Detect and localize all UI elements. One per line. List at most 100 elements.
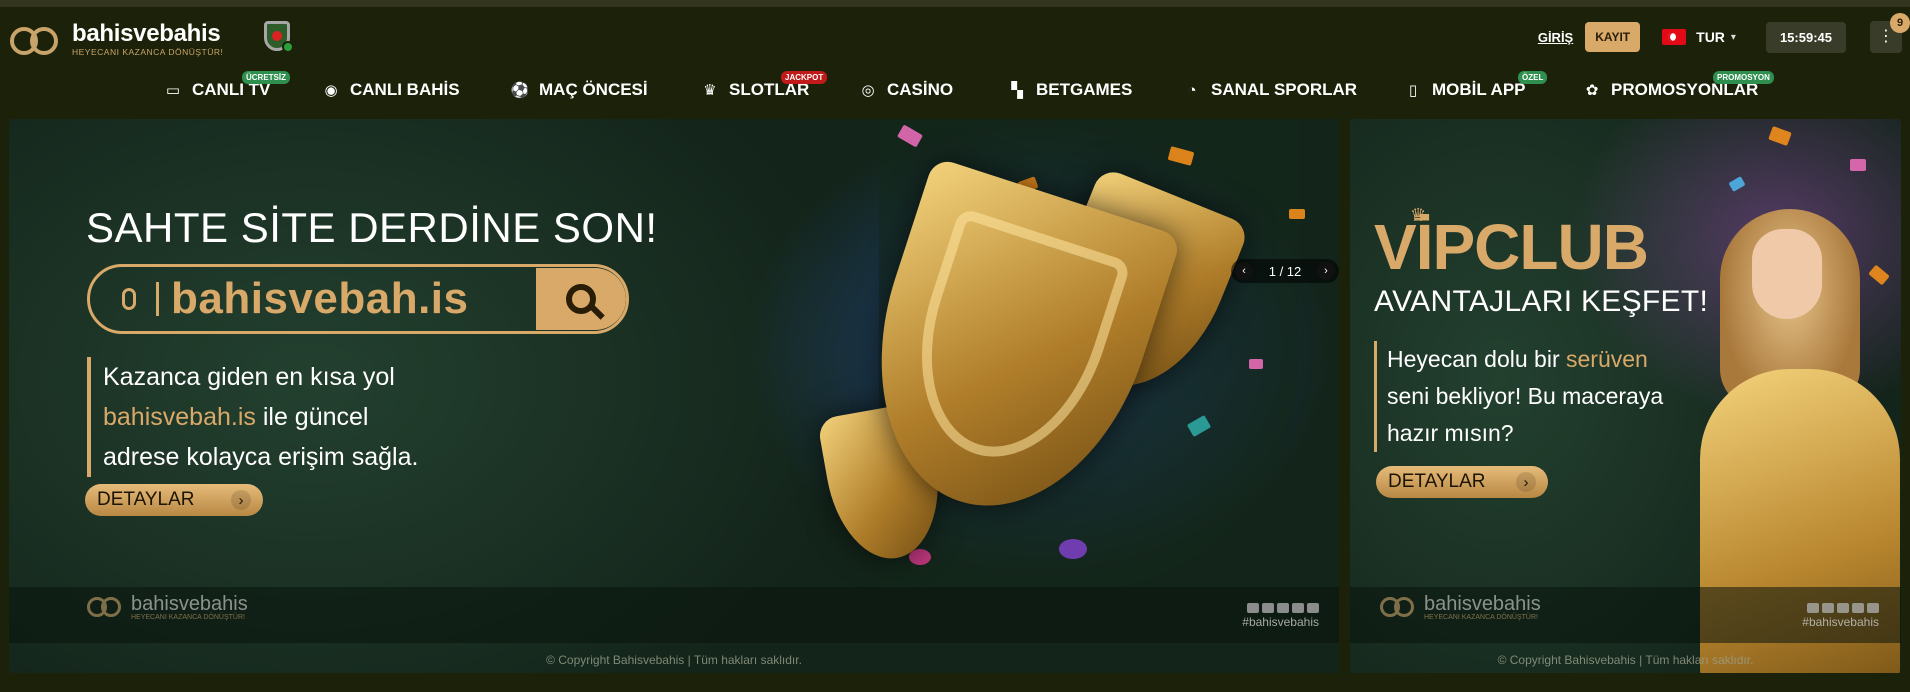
- nav-badge: ÜCRETSİZ: [242, 71, 290, 84]
- register-button[interactable]: KAYIT: [1585, 22, 1641, 52]
- live-icon: ◉: [324, 82, 338, 99]
- footer-brand-name: bahisvebahis: [131, 592, 248, 615]
- main-nav: ▭ CANLI TV ÜCRETSİZ ◉ CANLI BAHİS ⚽ MAÇ …: [0, 67, 1910, 113]
- twitch-icon: [1852, 603, 1864, 613]
- search-icon: [536, 268, 626, 330]
- desc-line: adrese kolayca erişim sağla.: [103, 443, 419, 471]
- cta-label: DETAYLAR: [1388, 471, 1486, 492]
- nav-item-canli-bahis[interactable]: ◉ CANLI BAHİS: [322, 75, 460, 105]
- vip-description: Heyecan dolu bir serüven seni bekliyor! …: [1374, 341, 1663, 452]
- language-selector[interactable]: TUR ▾: [1662, 29, 1736, 45]
- desc-line: bahisvebah.is ile güncel: [103, 397, 418, 437]
- brand-name: bahisvebahis: [72, 20, 221, 47]
- vip-details-button[interactable]: DETAYLAR ›: [1376, 466, 1548, 498]
- instagram-icon: [1837, 603, 1849, 613]
- desc-line: hazır mısın?: [1387, 420, 1514, 446]
- copyright-text: © Copyright Bahisvebahis | Tüm hakları s…: [546, 653, 802, 667]
- vip-subtitle: AVANTAJLARI KEŞFET!: [1374, 285, 1709, 318]
- copyright-text: © Copyright Bahisvebahis | Tüm hakları s…: [1497, 653, 1754, 667]
- nav-label: CASİNO: [887, 80, 954, 99]
- nav-badge: JACKPOT: [781, 71, 828, 84]
- footer-brand-name: bahisvebahis: [1424, 592, 1541, 615]
- nav-label: CANLI BAHİS: [350, 80, 460, 99]
- nav-label: BETGAMES: [1036, 80, 1133, 99]
- nav-item-mac-oncesi[interactable]: ⚽ MAÇ ÖNCESİ: [511, 75, 648, 105]
- desc-line: seni bekliyor! Bu maceraya: [1387, 383, 1664, 409]
- banner-details-button[interactable]: DETAYLAR ›: [85, 484, 263, 516]
- desc-text: ile güncel: [255, 403, 369, 431]
- banner-footer-logo: bahisvebahis HEYECANI KAZANCA DÖNÜŞTÜR!: [1378, 593, 1541, 621]
- banner-title: SAHTE SİTE DERDİNE SON!: [86, 204, 658, 251]
- logo-mark-icon: [85, 593, 125, 621]
- clock-display: 15:59:45: [1765, 21, 1846, 53]
- banner-social: #bahisvebahis: [1242, 603, 1319, 629]
- banner-footer-logo: bahisvebahis HEYECANI KAZANCA DÖNÜŞTÜR!: [85, 593, 248, 621]
- chevron-down-icon: ▾: [1730, 31, 1736, 43]
- notification-badge: 9: [1890, 13, 1910, 33]
- social-icons: [1802, 603, 1879, 613]
- brand-tagline: HEYECANI KAZANCA DÖNÜŞTÜR!: [72, 47, 224, 57]
- hashtag: #bahisvebahis: [1242, 615, 1319, 629]
- desc-highlight: serüven: [1566, 346, 1648, 372]
- betgames-icon: ▚: [1011, 82, 1023, 99]
- x-icon: [1262, 603, 1274, 613]
- nav-item-mobil-app[interactable]: ▯ MOBİL APP ÖZEL: [1404, 71, 1548, 105]
- nav-label: SANAL SPORLAR: [1211, 80, 1358, 99]
- soccer-ball-icon: ⚽: [510, 82, 530, 99]
- slider-pager: ‹ 1 / 12 ›: [1231, 259, 1339, 283]
- logo-mark-icon: [1378, 593, 1418, 621]
- main-banner-slide[interactable]: ‹ 1 / 12 › SAHTE SİTE DERDİNE SON! bahis…: [9, 119, 1339, 673]
- social-icons: [1242, 603, 1319, 613]
- desc-link: bahisvebah.is: [103, 403, 256, 431]
- tv-icon: ▭: [165, 82, 181, 99]
- telegram-icon: [1807, 603, 1819, 613]
- login-button[interactable]: GİRİŞ: [1538, 30, 1573, 45]
- nav-item-sanal-sporlar[interactable]: ◔ SANAL SPORLAR: [1183, 75, 1357, 105]
- verified-check-icon: [282, 41, 294, 53]
- instagram-icon: [1277, 603, 1289, 613]
- previous-slide-icon[interactable]: ‹: [1235, 262, 1253, 280]
- site-header: bahisvebahis HEYECANI KAZANCA DÖNÜŞTÜR! …: [0, 7, 1910, 67]
- url-search-bar: bahisvebah.is: [87, 264, 629, 334]
- x-icon: [1822, 603, 1834, 613]
- youtube-icon: [1867, 603, 1879, 613]
- nav-label: MOBİL APP: [1432, 80, 1526, 99]
- youtube-icon: [1307, 603, 1319, 613]
- twitch-icon: [1292, 603, 1304, 613]
- banner-url: bahisvebah.is: [171, 274, 469, 323]
- brand-logo[interactable]: bahisvebahis HEYECANI KAZANCA DÖNÜŞTÜR!: [8, 19, 223, 59]
- header-actions: GİRİŞ KAYIT TUR ▾ 15:59:45 ⋮ 9: [1538, 13, 1910, 53]
- mobile-icon: ▯: [1408, 82, 1418, 99]
- nav-badge: PROMOSYON: [1713, 71, 1774, 84]
- turkey-flag-icon: [1662, 29, 1687, 45]
- footer-brand-tagline: HEYECANI KAZANCA DÖNÜŞTÜR!: [131, 613, 245, 621]
- nav-item-casino[interactable]: ◎ CASİNO: [859, 75, 953, 105]
- slot-icon: ♛: [703, 82, 717, 99]
- vertical-dots-icon: ⋮: [1878, 28, 1894, 45]
- hashtag: #bahisvebahis: [1802, 615, 1879, 629]
- desc-line: Kazanca giden en kısa yol: [103, 363, 395, 391]
- nav-item-promosyonlar[interactable]: ✿ PROMOSYONLAR PROMOSYON: [1583, 71, 1774, 105]
- desc-text: Heyecan dolu bir: [1387, 346, 1566, 372]
- cta-label: DETAYLAR: [97, 489, 195, 510]
- nav-label: MAÇ ÖNCESİ: [539, 80, 648, 99]
- next-slide-icon[interactable]: ›: [1317, 262, 1335, 280]
- side-banner-vipclub[interactable]: ♛ VİPCLUB AVANTAJLARI KEŞFET! Heyecan do…: [1350, 119, 1901, 673]
- footer-brand-tagline: HEYECANI KAZANCA DÖNÜŞTÜR!: [1424, 613, 1538, 621]
- vip-title: VİPCLUB: [1374, 211, 1649, 283]
- chevron-right-icon: ›: [231, 490, 251, 510]
- nav-badge: ÖZEL: [1518, 71, 1548, 84]
- nav-item-betgames[interactable]: ▚ BETGAMES: [1008, 75, 1132, 105]
- language-label: TUR: [1696, 29, 1725, 45]
- desc-line: Heyecan dolu bir serüven: [1387, 341, 1663, 378]
- logo-text: bahisvebahis HEYECANI KAZANCA DÖNÜŞTÜR!: [72, 20, 224, 58]
- banner-description: Kazanca giden en kısa yol bahisvebah.is …: [87, 357, 418, 477]
- more-menu-button[interactable]: ⋮ 9: [1870, 13, 1910, 53]
- gift-icon: ✿: [1585, 82, 1599, 99]
- license-badge-icon[interactable]: [264, 21, 294, 53]
- telegram-icon: [1247, 603, 1259, 613]
- nav-item-canli-tv[interactable]: ▭ CANLI TV ÜCRETSİZ: [164, 71, 290, 105]
- virtual-sports-icon: ◔: [1187, 81, 1197, 99]
- nav-item-slotlar[interactable]: ♛ SLOTLAR JACKPOT: [701, 71, 828, 105]
- microphone-icon: [108, 288, 150, 310]
